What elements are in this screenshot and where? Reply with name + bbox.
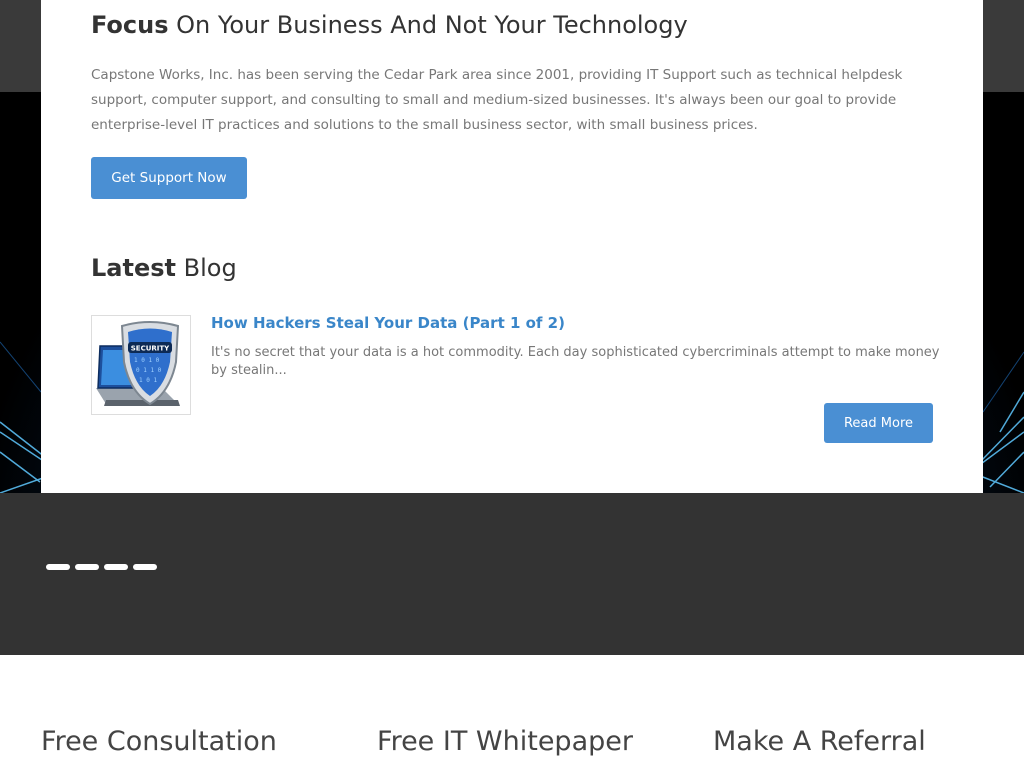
free-consultation-heading[interactable]: Free Consultation [41,726,277,757]
intro-paragraph: Capstone Works, Inc. has been serving th… [91,67,903,133]
get-support-button[interactable]: Get Support Now [91,157,247,199]
slider-dot[interactable] [133,564,157,570]
focus-heading: Focus On Your Business And Not Your Tech… [91,11,688,39]
blog-post-title-link[interactable]: How Hackers Steal Your Data (Part 1 of 2… [211,314,565,332]
make-referral-heading[interactable]: Make A Referral [713,726,926,757]
slider-pagination [46,564,157,570]
read-more-button[interactable]: Read More [824,403,933,443]
latest-heading-bold: Latest [91,254,176,282]
latest-blog-heading: Latest Blog [91,254,237,282]
thumbnail-security-text: SECURITY [131,345,170,353]
content-card: Focus On Your Business And Not Your Tech… [41,0,983,493]
focus-heading-bold: Focus [91,11,169,39]
svg-text:1 0 1 0: 1 0 1 0 [134,357,160,364]
testimonial-band [0,493,1024,655]
svg-text:0 1 1 0: 0 1 1 0 [136,367,162,374]
free-whitepaper-heading[interactable]: Free IT Whitepaper [377,726,633,757]
blog-post-excerpt: It's no secret that your data is a hot c… [211,345,940,378]
svg-text:1 0 1: 1 0 1 [139,377,157,384]
security-shield-laptop-icon[interactable]: 1 0 1 0 0 1 1 0 1 0 1 SECURITY [91,315,191,415]
slider-dot[interactable] [46,564,70,570]
slider-dot[interactable] [104,564,128,570]
focus-heading-rest: On Your Business And Not Your Technology [176,11,688,39]
latest-heading-rest: Blog [183,254,237,282]
slider-dot[interactable] [75,564,99,570]
